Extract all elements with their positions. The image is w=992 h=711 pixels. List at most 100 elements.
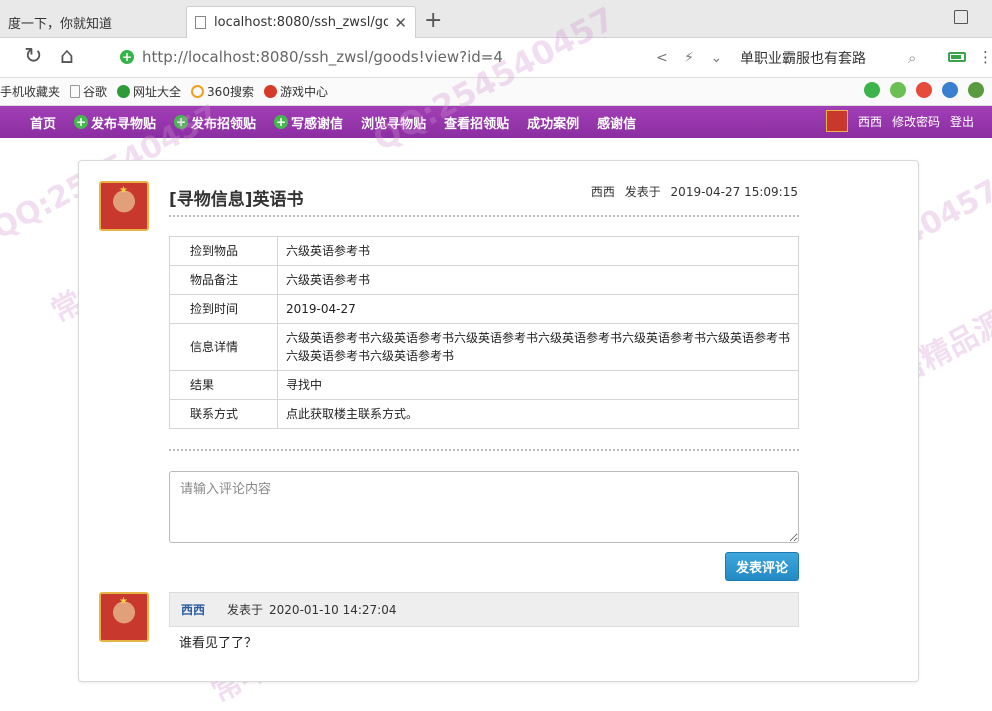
field-value: 六级英语参考书六级英语参考书六级英语参考书六级英语参考书六级英语参考书六级英语参… xyxy=(277,323,799,371)
posted-label: 发表于 xyxy=(624,185,661,199)
refresh-icon[interactable]: ↻ xyxy=(24,46,42,68)
nav-browse-lost[interactable]: 浏览寻物贴 xyxy=(361,113,426,132)
skin-icon[interactable] xyxy=(954,10,968,24)
field-label: 物品备注 xyxy=(169,265,278,295)
bookmark-label: 谷歌 xyxy=(83,85,108,99)
site-safe-icon: + xyxy=(120,50,134,64)
bookmark-label: 网址大全 xyxy=(133,85,182,99)
more-icon[interactable]: ⋮ xyxy=(978,48,992,66)
nav-post-lost[interactable]: + 发布寻物贴 xyxy=(74,113,156,132)
battery-icon[interactable] xyxy=(948,52,966,62)
field-value: 2019-04-27 xyxy=(277,294,799,324)
nav-label: 成功案例 xyxy=(527,116,580,132)
comment-header: 西西 发表于 2020-01-10 14:27:04 xyxy=(169,592,799,627)
logout-link[interactable]: 登出 xyxy=(950,113,974,130)
field-label: 捡到时间 xyxy=(169,294,278,324)
post-author[interactable]: 西西 xyxy=(591,185,615,199)
avatar xyxy=(99,592,149,642)
comment-user[interactable]: 西西 xyxy=(181,601,205,618)
table-row: 联系方式 点此获取楼主联系方式。 xyxy=(169,399,799,429)
search-icon[interactable]: ⌕ xyxy=(908,49,916,67)
tab-title: localhost:8080/ssh_zwsl/good xyxy=(214,15,389,30)
change-password-link[interactable]: 修改密码 xyxy=(892,113,940,130)
add-icon: + xyxy=(174,115,189,129)
table-row: 捡到时间 2019-04-27 xyxy=(169,294,799,324)
extension-icons xyxy=(864,82,984,98)
page-icon xyxy=(70,85,81,98)
bookmark-google[interactable]: 谷歌 xyxy=(70,83,107,100)
bookmark-label: 手机收藏夹 xyxy=(0,85,61,99)
nav-home[interactable]: 首页 xyxy=(30,113,56,132)
url-text: http://localhost:8080/ssh_zwsl/goods!vie… xyxy=(142,48,503,66)
table-row: 信息详情 六级英语参考书六级英语参考书六级英语参考书六级英语参考书六级英语参考书… xyxy=(169,323,799,371)
nav-success-cases[interactable]: 成功案例 xyxy=(527,113,579,132)
field-label: 信息详情 xyxy=(169,323,278,371)
close-tab-icon[interactable]: ✕ xyxy=(394,14,407,32)
info-table: 捡到物品 六级英语参考书 物品备注 六级英语参考书 捡到时间 2019-04-2… xyxy=(169,236,799,429)
url-field[interactable]: + http://localhost:8080/ssh_zwsl/goods!v… xyxy=(120,48,503,66)
comment-time: 2020-01-10 14:27:04 xyxy=(269,602,397,617)
nav-label: 首页 xyxy=(30,116,57,132)
bookmark-mobile[interactable]: 手机收藏夹 xyxy=(0,83,60,100)
nav-label: 发布寻物贴 xyxy=(91,116,157,132)
posted-label: 发表于 xyxy=(227,603,264,617)
bookmark-hao[interactable]: 网址大全 xyxy=(117,83,181,100)
nav-label: 查看招领贴 xyxy=(444,116,510,132)
nav-label: 发布招领贴 xyxy=(191,116,257,132)
bookmark-label: 360搜索 xyxy=(207,85,254,99)
nav-label: 浏览寻物贴 xyxy=(361,116,427,132)
site-nav: 首页 + 发布寻物贴 + 发布招领贴 + 写感谢信 浏览寻物贴 查看招领贴 成功案例 … xyxy=(0,106,992,138)
table-row: 结果 寻找中 xyxy=(169,370,799,400)
hao-icon xyxy=(117,85,131,98)
menu-icon[interactable] xyxy=(968,82,984,98)
nav-label: 写感谢信 xyxy=(291,116,344,132)
field-value: 六级英语参考书 xyxy=(277,265,799,295)
browser-tab-inactive[interactable]: 度一下，你就知道 xyxy=(0,6,182,38)
nav-thanks-letters[interactable]: 感谢信 xyxy=(597,113,636,132)
game-icon xyxy=(263,85,277,98)
post-title: [寻物信息]英语书 xyxy=(169,190,304,210)
nav-label: 感谢信 xyxy=(597,116,637,132)
comment-text: 谁看见了了？ xyxy=(179,636,258,651)
360-icon xyxy=(191,85,205,98)
submit-comment-button[interactable]: 发表评论 xyxy=(725,552,799,581)
field-label: 联系方式 xyxy=(169,399,278,429)
field-value: 寻找中 xyxy=(277,370,799,400)
divider xyxy=(169,449,799,451)
nav-write-thanks[interactable]: + 写感谢信 xyxy=(274,113,343,132)
share-icon[interactable]: < ⚡ ⌄ xyxy=(656,50,728,66)
post-meta: 西西 发表于 2019-04-27 15:09:15 xyxy=(591,183,798,200)
comment-input[interactable] xyxy=(169,471,799,543)
home-icon[interactable]: ⌂ xyxy=(60,46,74,68)
tools-icon[interactable] xyxy=(916,82,932,98)
avatar xyxy=(99,181,149,231)
nav-post-found[interactable]: + 发布招领贴 xyxy=(174,113,256,132)
add-icon: + xyxy=(274,115,289,129)
browser-tab-active[interactable]: localhost:8080/ssh_zwsl/good ✕ xyxy=(186,6,416,38)
table-row: 物品备注 六级英语参考书 xyxy=(169,265,799,295)
bookmarks-bar: 手机收藏夹 谷歌 网址大全 360搜索 游戏中心 xyxy=(0,78,992,106)
post-time: 2019-04-27 15:09:15 xyxy=(670,185,798,199)
user-menu: 西西 修改密码 登出 xyxy=(826,110,974,132)
contact-link[interactable]: 点此获取楼主联系方式。 xyxy=(277,399,799,429)
search-suggestion[interactable]: 单职业霸服也有套路 xyxy=(740,48,866,68)
table-row: 捡到物品 六级英语参考书 xyxy=(169,236,799,266)
bookmark-games[interactable]: 游戏中心 xyxy=(263,83,328,100)
field-label: 捡到物品 xyxy=(169,236,278,266)
avatar xyxy=(826,110,848,132)
bookmark-360[interactable]: 360搜索 xyxy=(191,83,254,100)
zoom-icon[interactable] xyxy=(942,82,958,98)
wechat-icon[interactable] xyxy=(864,82,880,98)
nav-view-found[interactable]: 查看招领贴 xyxy=(444,113,509,132)
bookmark-label: 游戏中心 xyxy=(279,85,328,99)
page-icon xyxy=(195,16,206,29)
new-tab-icon[interactable]: + xyxy=(424,10,442,32)
browser-tab-bar: 度一下，你就知道 localhost:8080/ssh_zwsl/good ✕ … xyxy=(0,0,992,38)
translate-icon[interactable] xyxy=(890,82,906,98)
divider xyxy=(169,215,799,217)
field-value: 六级英语参考书 xyxy=(277,236,799,266)
tab-title: 度一下，你就知道 xyxy=(8,16,113,32)
post-card: [寻物信息]英语书 西西 发表于 2019-04-27 15:09:15 捡到物… xyxy=(78,160,919,682)
nav-username[interactable]: 西西 xyxy=(858,113,882,130)
add-icon: + xyxy=(74,115,89,129)
